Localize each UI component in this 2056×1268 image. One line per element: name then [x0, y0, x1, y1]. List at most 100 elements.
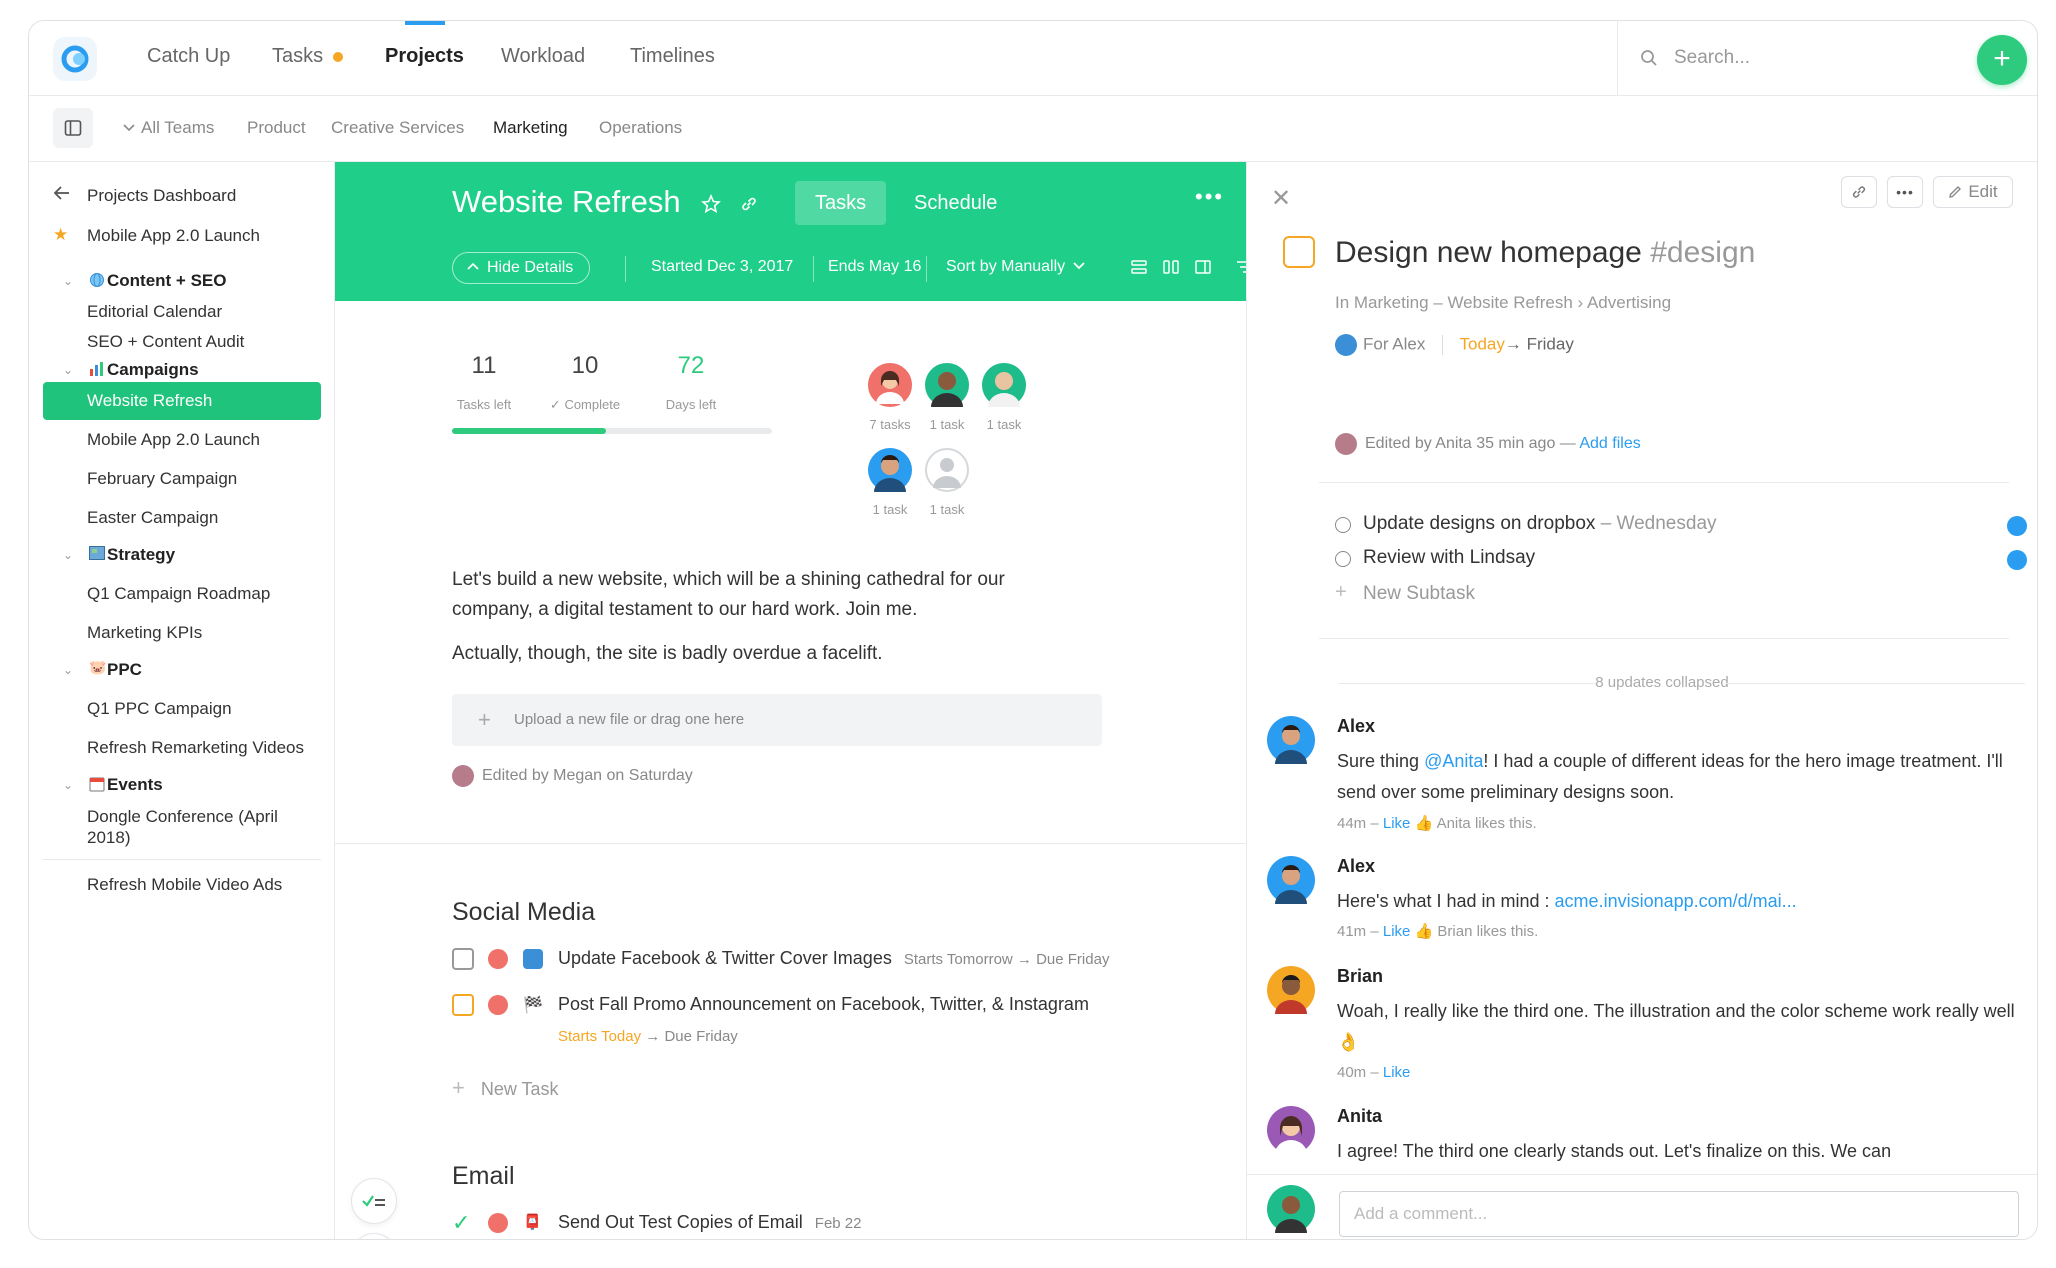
avatar[interactable] [1267, 856, 1315, 904]
task-tag[interactable]: #design [1650, 236, 1755, 269]
hide-details-button[interactable]: Hide Details [452, 252, 591, 284]
subtask-assignee-avatar[interactable] [2007, 550, 2027, 570]
subtask-assignee-avatar[interactable] [2007, 516, 2027, 536]
end-date[interactable]: Ends May 16 [828, 258, 921, 276]
task-checkbox[interactable] [452, 948, 474, 970]
close-icon[interactable]: ✕ [1271, 184, 1291, 213]
subtask-checkbox[interactable] [1335, 517, 1351, 533]
mention-link[interactable]: @Anita [1424, 751, 1483, 771]
comment-author[interactable]: Alex [1337, 856, 1375, 877]
link-icon [1852, 186, 1866, 198]
add-files-link[interactable]: Add files [1579, 435, 1640, 452]
nav-tab-timelines[interactable]: Timelines [630, 45, 715, 68]
comment-input[interactable] [1339, 1191, 2019, 1237]
filter-icon[interactable] [1236, 258, 1247, 276]
description-paragraph: Let's build a new website, which will be… [452, 569, 1005, 620]
sidebar-item-remarketing-videos[interactable]: Refresh Remarketing Videos [43, 729, 321, 767]
subtask-when: – Wednesday [1595, 513, 1717, 534]
team-tab-marketing[interactable]: Marketing [493, 118, 568, 138]
start-date[interactable]: Started Dec 3, 2017 [651, 258, 793, 276]
task-complete-checkbox[interactable] [1283, 236, 1315, 268]
comment-author[interactable]: Anita [1337, 1106, 1382, 1127]
subtask-checkbox[interactable] [1335, 551, 1351, 567]
avatar[interactable] [1267, 1106, 1315, 1154]
star-outline-icon[interactable] [701, 193, 722, 214]
sidebar-group-strategy[interactable]: ⌄ Strategy [43, 536, 321, 574]
nav-tab-projects[interactable]: Projects [385, 45, 464, 68]
avatar[interactable] [1267, 716, 1315, 764]
board-view-icon[interactable] [1162, 258, 1180, 276]
like-button[interactable]: Like [1383, 923, 1411, 940]
sidebar-item-marketing-kpis[interactable]: Marketing KPIs [43, 614, 321, 652]
sidebar-group-ppc[interactable]: ⌄ 🐷 PPC [43, 651, 321, 689]
section-title-email[interactable]: Email [452, 1162, 515, 1191]
arrow-left-icon [53, 185, 71, 206]
sidebar-item-q1-ppc[interactable]: Q1 PPC Campaign [43, 690, 321, 728]
current-user-avatar[interactable] [1267, 1185, 1315, 1233]
sidebar-item-mobile-app[interactable]: Mobile App 2.0 Launch [43, 421, 321, 459]
copy-link-button[interactable] [1841, 176, 1877, 208]
list-view-icon[interactable] [1130, 258, 1148, 276]
sidebar-item-starred[interactable]: ★ Mobile App 2.0 Launch [43, 217, 321, 255]
member-avatar[interactable]: 1 task [907, 448, 987, 517]
sidebar-item-easter-campaign[interactable]: Easter Campaign [43, 499, 321, 537]
sidebar-group-events[interactable]: ⌄ Events [43, 766, 321, 804]
split-view-icon[interactable] [1194, 258, 1212, 276]
avatar [925, 363, 969, 407]
comment-meta: 41m – Like 👍 Brian likes this. [1337, 922, 1538, 940]
new-task-button[interactable]: + New Task [452, 1075, 559, 1101]
project-description[interactable]: Let's build a new website, which will be… [452, 565, 1052, 669]
team-tab-all-teams[interactable]: All Teams [123, 118, 214, 138]
avatar [868, 363, 912, 407]
comment-body: Sure thing @Anita! I had a couple of dif… [1337, 746, 2017, 808]
link-icon[interactable] [740, 195, 758, 213]
comment-link[interactable]: acme.invisionapp.com/d/mai... [1555, 891, 1797, 911]
comment-time: 40m – [1337, 1064, 1383, 1081]
nav-tab-catch-up[interactable]: Catch Up [147, 45, 230, 68]
nav-tab-tasks[interactable]: Tasks [272, 45, 344, 68]
app-window: Catch Up Tasks Projects Workload Timelin… [28, 20, 2038, 1240]
checklist-button[interactable] [351, 1178, 397, 1224]
comment-author[interactable]: Alex [1337, 716, 1375, 737]
tab-schedule[interactable]: Schedule [894, 181, 1017, 225]
task-due: Starts Tomorrow → Due Friday [903, 951, 1110, 968]
like-button[interactable]: Like [1383, 815, 1411, 832]
comment-text: Sure thing [1337, 751, 1425, 771]
team-tab-operations[interactable]: Operations [599, 118, 682, 138]
more-options-icon[interactable]: ••• [1195, 184, 1224, 210]
task-checkbox[interactable] [452, 994, 474, 1016]
due-friday[interactable]: → Friday [1505, 334, 1574, 353]
tab-tasks[interactable]: Tasks [795, 181, 887, 225]
section-title-social-media[interactable]: Social Media [452, 898, 595, 927]
team-tab-product[interactable]: Product [247, 118, 306, 138]
more-options-button[interactable]: ••• [1887, 176, 1923, 208]
sidebar-item-dongle-conference[interactable]: Dongle Conference (April 2018) [43, 802, 321, 850]
avatar[interactable] [1267, 966, 1315, 1014]
app-logo[interactable] [53, 37, 97, 81]
team-tab-creative-services[interactable]: Creative Services [331, 118, 464, 138]
search-input[interactable] [1674, 39, 1924, 77]
due-today[interactable]: Today [1460, 334, 1505, 353]
file-upload-dropzone[interactable]: + Upload a new file or drag one here [452, 694, 1102, 746]
nav-tab-workload[interactable]: Workload [501, 45, 585, 68]
edited-by-text: Edited by Megan on Saturday [482, 767, 693, 785]
sidebar-item-q1-roadmap[interactable]: Q1 Campaign Roadmap [43, 575, 321, 613]
back-to-dashboard[interactable]: Projects Dashboard [43, 177, 321, 215]
edit-button[interactable]: Edit [1933, 176, 2013, 208]
assignee[interactable]: For Alex [1363, 334, 1425, 353]
sidebar-toggle-button[interactable] [53, 108, 93, 148]
sort-dropdown[interactable]: Sort by Manually [946, 258, 1085, 276]
inbox-button[interactable] [351, 1233, 397, 1239]
like-button[interactable]: Like [1383, 1064, 1411, 1081]
sidebar-item-february-campaign[interactable]: February Campaign [43, 460, 321, 498]
task-breadcrumb[interactable]: In Marketing – Website Refresh › Adverti… [1335, 293, 1671, 313]
comment-author[interactable]: Brian [1337, 966, 1383, 987]
sidebar-item-website-refresh[interactable]: Website Refresh [43, 382, 321, 420]
days-left-label: Days left [665, 397, 717, 412]
member-avatar[interactable]: 1 task [964, 363, 1044, 432]
add-button[interactable]: + [1977, 35, 2027, 85]
checkmark-icon[interactable]: ✓ [452, 1210, 470, 1236]
plus-icon: + [478, 707, 491, 732]
task-title[interactable]: Design new homepage #design [1335, 236, 1755, 270]
sidebar-item-mobile-video-ads[interactable]: Refresh Mobile Video Ads [43, 866, 321, 904]
